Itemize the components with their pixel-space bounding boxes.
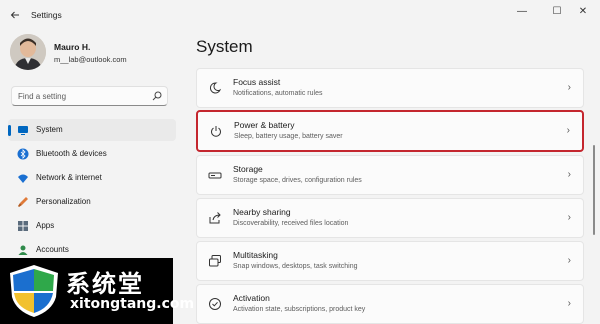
sidebar-item-personalization[interactable]: Personalization [8, 191, 176, 213]
card-title: Multitasking [233, 250, 278, 260]
share-icon [209, 212, 221, 224]
sidebar-item-label: System [36, 125, 63, 134]
card-title: Activation [233, 293, 270, 303]
watermark-url: xitongtang.com [70, 296, 195, 312]
chevron-right-icon: › [567, 255, 571, 266]
chevron-right-icon: › [567, 298, 571, 309]
card-title: Storage [233, 164, 263, 174]
user-name: Mauro H. [54, 42, 91, 52]
sidebar-item-label: Personalization [36, 197, 91, 206]
power-icon [211, 126, 221, 137]
minimize-button[interactable]: — [505, 2, 539, 22]
multitasking-icon [209, 255, 221, 267]
watermark: 系统堂 xitongtang.com [0, 258, 194, 324]
chevron-right-icon: › [567, 169, 571, 180]
card-subtitle: Snap windows, desktops, task switching [233, 263, 358, 270]
sidebar-item-label: Bluetooth & devices [36, 149, 107, 158]
avatar[interactable] [10, 34, 46, 70]
apps-icon [18, 221, 28, 231]
storage-icon [208, 172, 222, 179]
title-bar: Settings — ☐ ✕ [0, 0, 600, 30]
card-subtitle: Activation state, subscriptions, product… [233, 306, 366, 313]
sidebar-item-label: Accounts [36, 245, 69, 254]
scrollbar[interactable] [593, 145, 595, 235]
maximize-icon: ☐ [552, 6, 562, 17]
close-button[interactable]: ✕ [566, 2, 600, 22]
bluetooth-icon [17, 148, 29, 160]
card-title: Power & battery [234, 120, 295, 130]
search-icon[interactable] [152, 91, 162, 101]
card-title: Nearby sharing [233, 207, 291, 217]
card-subtitle: Sleep, battery usage, battery saver [234, 133, 343, 140]
sidebar-item-apps[interactable]: Apps [8, 215, 176, 237]
wifi-icon [18, 174, 28, 183]
card-subtitle: Notifications, automatic rules [233, 90, 323, 97]
accounts-icon [18, 245, 28, 255]
card-subtitle: Discoverability, received files location [233, 220, 349, 227]
card-title: Focus assist [233, 77, 281, 87]
brush-icon [18, 197, 28, 207]
chevron-right-icon: › [567, 82, 571, 93]
sidebar-item-network[interactable]: Network & internet [8, 167, 176, 189]
card-power-battery[interactable]: Power & battery Sleep, battery usage, ba… [196, 110, 584, 152]
close-icon: ✕ [578, 6, 588, 17]
back-button[interactable] [8, 8, 22, 22]
minimize-icon: — [517, 6, 527, 17]
card-subtitle: Storage space, drives, configuration rul… [233, 177, 362, 184]
back-arrow-icon [10, 11, 19, 19]
card-nearby-sharing[interactable]: Nearby sharing Discoverability, received… [196, 198, 584, 238]
sidebar-item-bluetooth[interactable]: Bluetooth & devices [8, 143, 176, 165]
chevron-right-icon: › [566, 125, 570, 136]
settings-window: Settings — ☐ ✕ Mauro H. m__lab@outlook.c… [0, 0, 600, 324]
search-box[interactable] [11, 86, 168, 106]
user-email: m__lab@outlook.com [54, 55, 127, 64]
moon-icon [209, 82, 222, 94]
chevron-right-icon: › [567, 212, 571, 223]
card-activation[interactable]: Activation Activation state, subscriptio… [196, 284, 584, 324]
shield-logo-icon [10, 265, 58, 317]
card-multitasking[interactable]: Multitasking Snap windows, desktops, tas… [196, 241, 584, 281]
app-title: Settings [31, 10, 62, 20]
sidebar-item-system[interactable]: System [8, 119, 176, 141]
sidebar-item-label: Apps [36, 221, 55, 230]
selection-indicator [8, 125, 11, 136]
watermark-text: 系统堂 [66, 270, 144, 298]
avatar-icon [10, 34, 46, 70]
search-input[interactable] [18, 91, 148, 102]
sidebar-item-label: Network & internet [36, 173, 102, 182]
page-title: System [196, 37, 253, 56]
card-storage[interactable]: Storage Storage space, drives, configura… [196, 155, 584, 195]
system-display-icon [18, 126, 28, 135]
card-focus-assist[interactable]: Focus assist Notifications, automatic ru… [196, 68, 584, 108]
activation-icon [209, 298, 221, 310]
